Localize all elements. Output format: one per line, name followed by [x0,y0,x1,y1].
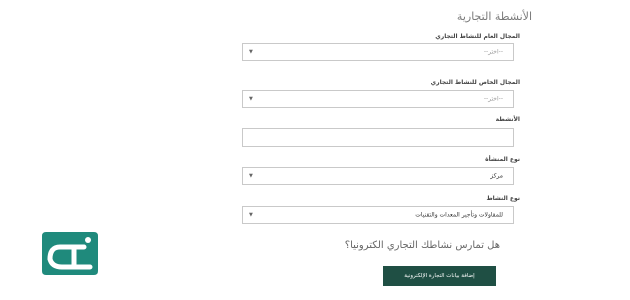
specific-field-value: --اختر-- [483,95,503,103]
activity-type-select[interactable]: للمقاولات وتأجير المعدات والتقنيات ▼ [242,206,514,224]
add-ecommerce-data-button[interactable]: إضافة بيانات التجارة الإلكترونية [383,266,496,286]
specific-field-label: المجال الخاص للنشاط التجاري [430,79,520,86]
activities-label: الأنشطة [495,116,520,123]
caret-down-icon: ▼ [249,212,253,218]
ecommerce-question: هل تمارس نشاطك التجاري الكترونيا؟ [344,240,500,251]
general-field-label: المجال العام للنشاط التجاري [435,33,520,40]
activities-input[interactable] [242,128,514,147]
facility-type-select[interactable]: مركز ▼ [242,167,514,185]
general-field-select[interactable]: --اختر-- ▼ [242,43,514,61]
caret-down-icon: ▼ [249,96,253,102]
section-title: الأنشطة التجارية [456,10,532,23]
caret-down-icon: ▼ [249,173,253,179]
general-field-value: --اختر-- [483,48,503,56]
brand-logo [42,232,98,275]
facility-type-value: مركز [490,172,503,180]
caret-down-icon: ▼ [249,49,253,55]
specific-field-select[interactable]: --اختر-- ▼ [242,90,514,108]
facility-type-label: نوع المنشأة [485,156,520,163]
activity-type-value: للمقاولات وتأجير المعدات والتقنيات [415,211,503,219]
activity-type-label: نوع النشاط [486,195,520,202]
